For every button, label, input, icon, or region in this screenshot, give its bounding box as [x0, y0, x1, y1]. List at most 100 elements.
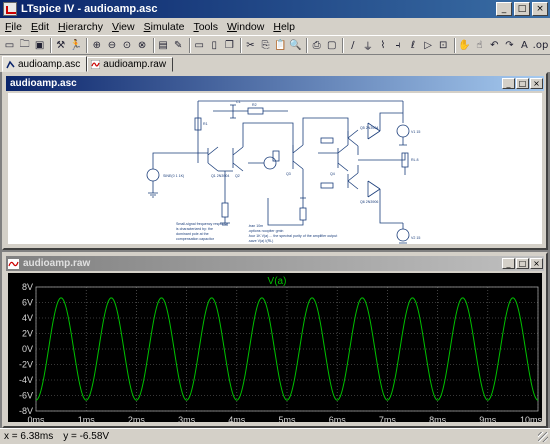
menu-window[interactable]: Window: [224, 21, 270, 33]
menu-simulate[interactable]: Simulate: [141, 21, 191, 33]
tab-audioamp-asc[interactable]: audioamp.asc: [2, 56, 88, 72]
schematic-icon: [6, 60, 15, 68]
waveform-minimize-button[interactable]: _: [502, 258, 515, 269]
ground-icon[interactable]: ⏚: [361, 38, 374, 53]
cursor-y-readout: y = -6.58V: [63, 431, 110, 442]
component-icon[interactable]: ⊡: [437, 38, 450, 53]
svg-text:Q1 2N3904: Q1 2N3904: [211, 174, 229, 178]
waveform-close-button[interactable]: ×: [530, 258, 543, 269]
paste-icon[interactable]: 📋: [274, 38, 287, 53]
folder-icon[interactable]: 🗀: [18, 38, 31, 53]
probe-icon[interactable]: ✎: [172, 38, 185, 53]
tab-label: audioamp.asc: [18, 58, 81, 70]
find-icon[interactable]: 🔍: [289, 38, 302, 53]
svg-text:.four 1K V(a) ... the spectral: .four 1K V(a) ... the spectral purity of…: [248, 234, 337, 238]
plot-grid: [35, 286, 539, 412]
save-icon[interactable]: ▣: [33, 38, 46, 53]
autorange-icon[interactable]: ▤: [157, 38, 170, 53]
y-tick-label: 8V: [22, 282, 33, 292]
schematic-window[interactable]: audioamp.asc _ □ × R1 C1 R2 SINE(0 1 1K)…: [2, 72, 548, 250]
waveform-plot[interactable]: V(a) 8V6V4V2V0V-2V-4V-6V-8V 0ms 1ms 2ms 3ms…: [8, 273, 542, 422]
y-tick-label: 6V: [22, 298, 33, 308]
redo-icon[interactable]: ↷: [503, 38, 516, 53]
trace-label[interactable]: V(a): [268, 276, 287, 287]
print-preview-icon[interactable]: ▢: [325, 38, 338, 53]
zoom-fit-icon[interactable]: ⊙: [120, 38, 133, 53]
zoom-cancel-icon[interactable]: ⊗: [136, 38, 149, 53]
open-icon[interactable]: ▭: [3, 38, 16, 53]
diode-icon[interactable]: ▷: [422, 38, 435, 53]
schematic-minimize-button[interactable]: _: [502, 78, 515, 89]
y-tick-label: 4V: [22, 313, 33, 323]
spice-directive-icon[interactable]: .op: [533, 38, 549, 53]
y-tick-label: -2V: [19, 360, 33, 370]
menu-edit[interactable]: Edit: [28, 21, 55, 33]
drag-icon[interactable]: ☝: [473, 38, 486, 53]
run-icon[interactable]: 🏃: [69, 38, 82, 53]
wire-icon[interactable]: /: [346, 38, 359, 53]
tab-audioamp-raw[interactable]: audioamp.raw: [87, 57, 174, 72]
toolbar-separator: [453, 37, 456, 53]
text-icon[interactable]: A: [518, 38, 531, 53]
x-tick-label: 0ms: [27, 415, 45, 422]
toolbar: ▭ 🗀 ▣ ⚒ 🏃 ⊕ ⊖ ⊙ ⊗ ▤ ✎ ▭ ▯ ❐ ✂ ⎘ 📋 🔍 ⎙ ▢ / ⏚ ⌇ ⫞ ℓ ▷ ⊡ ✋ ☝ ↶ ↷ A .op: [0, 35, 550, 55]
menu-help[interactable]: Help: [270, 21, 301, 33]
tile-vertical-icon[interactable]: ▯: [208, 38, 221, 53]
window-title: LTspice IV - audioamp.asc: [21, 3, 158, 15]
y-tick-label: -4V: [19, 375, 33, 385]
svg-text:Q2: Q2: [235, 174, 240, 178]
zoom-in-icon[interactable]: ⊕: [90, 38, 103, 53]
title-bar[interactable]: LTspice IV - audioamp.asc _ □ ×: [0, 0, 550, 18]
toolbar-separator: [342, 37, 345, 53]
svg-text:Small-signal frequency respons: Small-signal frequency response: [176, 222, 228, 226]
zoom-out-icon[interactable]: ⊖: [105, 38, 118, 53]
capacitor-icon[interactable]: ⫞: [391, 38, 404, 53]
svg-text:.options noopiter gmin: .options noopiter gmin: [248, 229, 283, 233]
svg-text:Q4: Q4: [330, 172, 335, 176]
resistor-icon[interactable]: ⌇: [376, 38, 389, 53]
toolbar-separator: [152, 37, 155, 53]
x-tick-label: 6ms: [329, 415, 347, 422]
maximize-button[interactable]: □: [514, 2, 530, 16]
copy-icon[interactable]: ⎘: [259, 38, 272, 53]
waveform-icon: [91, 60, 101, 69]
minimize-button[interactable]: _: [496, 2, 512, 16]
x-tick-label: 2ms: [128, 415, 146, 422]
cursor-x-readout: x = 6.38ms: [4, 431, 54, 442]
schematic-maximize-button[interactable]: □: [516, 78, 529, 89]
settings-icon[interactable]: ⚒: [54, 38, 67, 53]
waveform-window-titlebar[interactable]: audioamp.raw _ □ ×: [6, 256, 544, 271]
schematic-canvas[interactable]: R1 C1 R2 SINE(0 1 1K) Q1 2N3904 Q2 Q3 Q4 Q5 …: [8, 93, 542, 244]
print-icon[interactable]: ⎙: [310, 38, 323, 53]
menu-tools[interactable]: Tools: [190, 21, 224, 33]
svg-text:.save V(a) I(RL): .save V(a) I(RL): [248, 239, 273, 243]
x-axis-ticks: 0ms 1ms 2ms 3ms 4ms 5ms 6ms 7ms 8ms 9ms 10ms: [27, 415, 542, 422]
menu-hierarchy[interactable]: Hierarchy: [55, 21, 109, 33]
status-bar: x = 6.38ms y = -6.58V: [0, 428, 550, 444]
cascade-icon[interactable]: ❐: [223, 38, 236, 53]
waveform-maximize-button[interactable]: □: [516, 258, 529, 269]
menu-view[interactable]: View: [109, 21, 141, 33]
waveform-window[interactable]: audioamp.raw _ □ × V(a) 8V 6V 4V 2V 0V -2V -4V…: [2, 252, 548, 428]
x-tick-label: 8ms: [429, 415, 447, 422]
move-icon[interactable]: ✋: [458, 38, 471, 53]
svg-text:compensation capacitor: compensation capacitor: [176, 237, 215, 241]
svg-text:V2 15: V2 15: [411, 236, 420, 240]
close-button[interactable]: ×: [532, 2, 548, 16]
menu-file[interactable]: File: [2, 21, 28, 33]
schematic-window-titlebar[interactable]: audioamp.asc _ □ ×: [6, 76, 544, 91]
x-tick-label: 5ms: [278, 415, 296, 422]
cut-icon[interactable]: ✂: [244, 38, 257, 53]
ltspice-app: LTspice IV - audioamp.asc _ □ × File Edi…: [0, 0, 550, 444]
document-tabs: audioamp.asc audioamp.raw: [0, 56, 550, 72]
resize-grip[interactable]: [538, 432, 548, 442]
waveform-plot-pane[interactable]: V(a) 8V 6V 4V 2V 0V -2V -4V -6V -8V 0ms 1ms 2ms 3ms…: [8, 273, 542, 422]
svg-text:.tran 10m: .tran 10m: [248, 224, 263, 228]
svg-text:SINE(0 1 1K): SINE(0 1 1K): [163, 174, 184, 178]
schematic-close-button[interactable]: ×: [530, 78, 543, 89]
svg-text:R1: R1: [203, 122, 208, 126]
undo-icon[interactable]: ↶: [488, 38, 501, 53]
svg-text:dominant pole at the: dominant pole at the: [176, 232, 209, 236]
inductor-icon[interactable]: ℓ: [407, 38, 420, 53]
tile-horizontal-icon[interactable]: ▭: [193, 38, 206, 53]
